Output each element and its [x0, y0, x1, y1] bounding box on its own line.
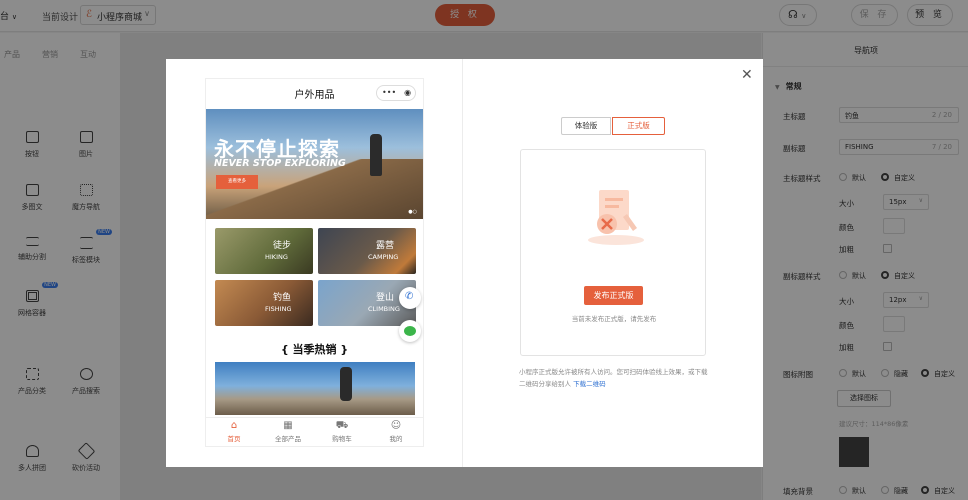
modal-divider — [462, 59, 463, 467]
category-en: FISHING — [265, 305, 292, 313]
tab-label: 购物车 — [332, 435, 352, 443]
note-text: 小程序正式版允许被所有人访问。您可扫码体验线上效果，或下载二维码分享给别人 — [519, 368, 708, 388]
publish-panel: 发布正式版 当前未发布正式版，请先发布 — [520, 149, 706, 356]
tab-label: 全部产品 — [275, 435, 301, 443]
tab-release-version[interactable]: 正式版 — [612, 117, 665, 135]
wechat-icon — [404, 326, 416, 336]
preview-publish-modal: ✕ 户外用品 ••• ◉ 永不停止探索 NEVER STOP EXPLORING … — [166, 59, 763, 467]
phone-call-button: ✆ — [399, 287, 421, 309]
category-camping: 露营 CAMPING — [318, 228, 416, 274]
tab-label: 首页 — [227, 435, 241, 443]
not-published-illustration — [588, 190, 644, 245]
category-cn: 登山 — [376, 293, 395, 303]
wechat-button — [399, 320, 421, 342]
publish-note: 小程序正式版允许被所有人访问。您可扫码体验线上效果，或下载二维码分享给别人 下载… — [519, 366, 709, 390]
capsule-menu: ••• ◉ — [376, 85, 416, 101]
tab-cart: ⛟ 购物车 — [318, 420, 366, 443]
category-en: HIKING — [265, 253, 288, 261]
cart-icon: ⛟ — [335, 420, 349, 431]
home-icon: ⌂ — [230, 420, 238, 431]
carousel-dots: ●○ — [408, 209, 417, 215]
category-cn: 徒步 — [273, 241, 292, 251]
download-qrcode-link[interactable]: 下载二维码 — [573, 380, 606, 388]
category-en: CLIMBING — [368, 305, 400, 313]
category-en: CAMPING — [368, 253, 399, 261]
target-icon: ◉ — [404, 88, 412, 97]
phone-preview: 户外用品 ••• ◉ 永不停止探索 NEVER STOP EXPLORING 查看… — [206, 79, 423, 446]
category-cn: 钓鱼 — [273, 293, 292, 303]
banner-hiker — [370, 134, 382, 176]
banner-subtitle: NEVER STOP EXPLORING — [214, 158, 346, 169]
tab-all-products: ▦ 全部产品 — [264, 420, 312, 443]
close-icon[interactable]: ✕ — [741, 67, 753, 83]
publish-release-button[interactable]: 发布正式版 — [584, 286, 643, 305]
climber-figure — [340, 367, 352, 401]
category-fishing: 钓鱼 FISHING — [215, 280, 313, 326]
phone-tab-bar: ⌂ 首页 ▦ 全部产品 ⛟ 购物车 ☺ 我的 — [206, 417, 423, 446]
phone-icon: ✆ — [405, 291, 414, 302]
tab-home: ⌂ 首页 — [210, 420, 258, 443]
hero-banner: 永不停止探索 NEVER STOP EXPLORING 查看更多 ●○ — [206, 109, 423, 219]
tab-trial-version[interactable]: 体验版 — [561, 117, 611, 135]
category-cn: 露营 — [376, 241, 395, 251]
banner-button: 查看更多 — [216, 175, 258, 189]
more-icon: ••• — [382, 88, 397, 97]
hot-section-title: { 当季热销 } — [280, 343, 349, 356]
tab-mine: ☺ 我的 — [372, 420, 420, 443]
category-hiking: 徒步 HIKING — [215, 228, 313, 274]
hot-product-image — [215, 362, 415, 415]
publish-hint: 当前未发布正式版，请先发布 — [571, 315, 657, 323]
tab-label: 我的 — [389, 435, 403, 443]
all-products-icon: ▦ — [283, 420, 293, 431]
user-icon: ☺ — [390, 420, 402, 431]
